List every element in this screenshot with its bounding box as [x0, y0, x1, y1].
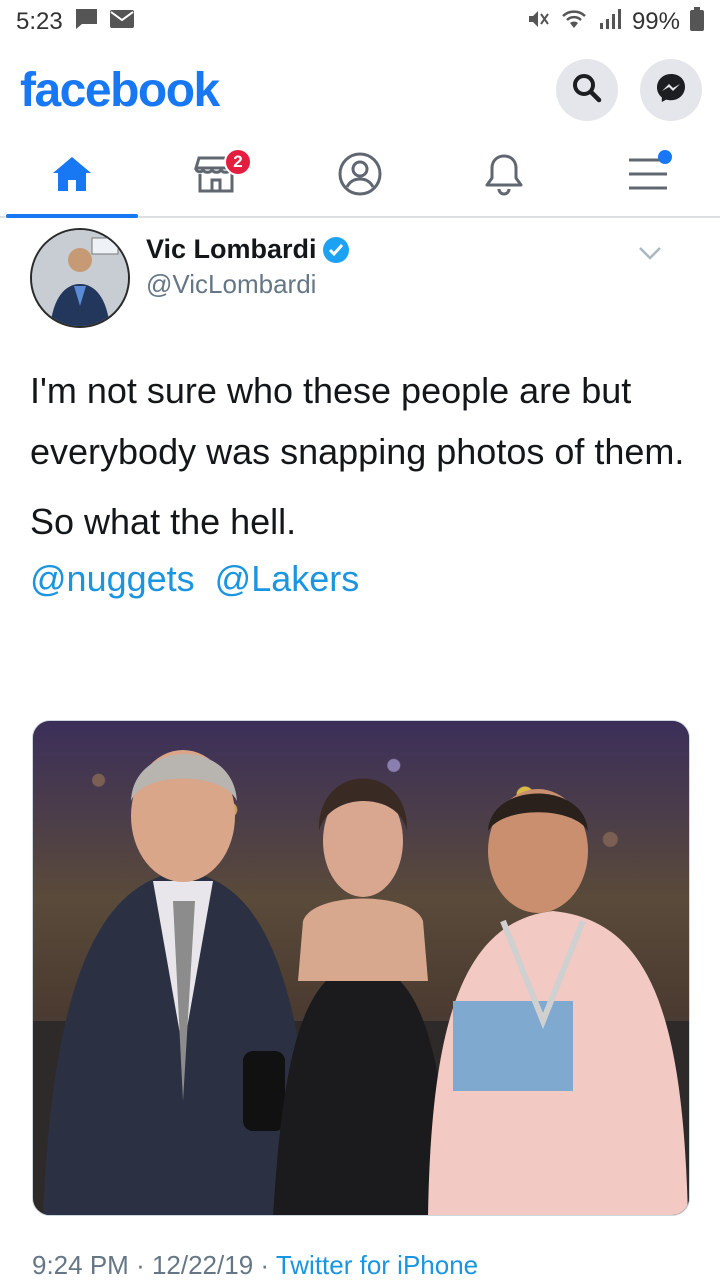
facebook-header: facebook [0, 44, 720, 136]
search-button[interactable] [556, 59, 618, 121]
tab-menu[interactable] [576, 136, 720, 216]
tab-marketplace[interactable]: 2 [144, 136, 288, 216]
chevron-down-icon[interactable] [638, 246, 662, 265]
messenger-icon [654, 71, 688, 110]
status-bar: 5:23 99% [0, 0, 720, 44]
tweet-paragraph-1: I'm not sure who these people are but ev… [30, 370, 685, 472]
tweet-source[interactable]: Twitter for iPhone [276, 1250, 478, 1280]
tweet-meta: 9:24 PM · 12/22/19 · Twitter for iPhone [32, 1250, 478, 1281]
chat-notification-icon [73, 7, 99, 38]
tweet-time: 9:24 PM [32, 1250, 129, 1280]
meta-separator-1: · [136, 1250, 152, 1280]
tweet-photo[interactable] [32, 720, 690, 1216]
avatar[interactable] [30, 228, 130, 328]
messenger-button[interactable] [640, 59, 702, 121]
facebook-logo[interactable]: facebook [20, 63, 220, 118]
wifi-icon [560, 8, 588, 37]
mute-icon [526, 7, 550, 38]
mail-notification-icon [109, 8, 135, 36]
tweet-mentions: @nuggets @Lakers [30, 554, 690, 604]
signal-icon [598, 8, 622, 37]
tab-home[interactable] [0, 136, 144, 218]
mention-nuggets[interactable]: @nuggets [30, 558, 195, 599]
menu-notification-dot [658, 150, 672, 164]
search-icon [571, 72, 603, 109]
home-icon [50, 154, 94, 199]
tweet-paragraph-2: So what the hell. [30, 501, 297, 542]
profile-icon [337, 151, 383, 202]
tab-notifications[interactable] [432, 136, 576, 216]
notifications-bell-icon [484, 152, 524, 201]
meta-separator-2: · [260, 1250, 276, 1280]
author-name[interactable]: Vic Lombardi [146, 234, 317, 265]
marketplace-badge: 2 [224, 148, 252, 176]
tab-profile[interactable] [288, 136, 432, 216]
tweet-card: Vic Lombardi @VicLombardi I'm not sure w… [0, 220, 720, 1280]
navigation-tabs: 2 [0, 136, 720, 218]
battery-level: 99% [631, 8, 680, 35]
verified-badge-icon [322, 236, 349, 263]
tweet-text: I'm not sure who these people are but ev… [30, 360, 690, 604]
status-time: 5:23 [16, 8, 63, 35]
tweet-date: 12/22/19 [151, 1250, 254, 1280]
mention-lakers[interactable]: @Lakers [215, 558, 360, 599]
battery-icon [690, 6, 704, 38]
author-handle[interactable]: @VicLombardi [146, 269, 349, 300]
photo-people-illustration [33, 750, 689, 1215]
